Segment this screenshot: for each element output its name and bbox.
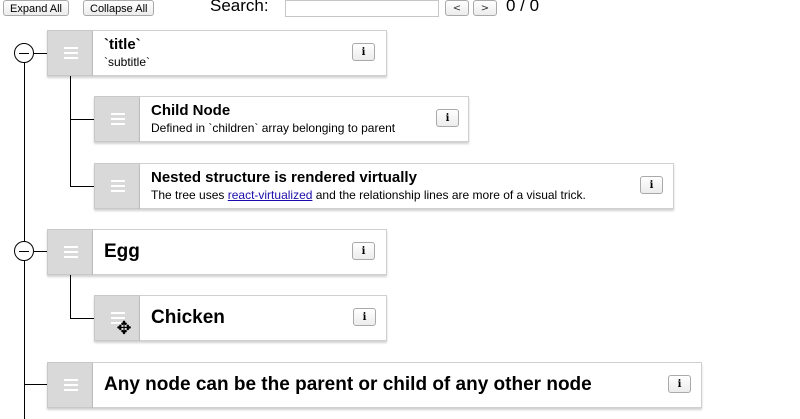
connector-line bbox=[24, 384, 47, 385]
subtitle-text: The tree uses bbox=[151, 188, 228, 202]
info-button[interactable]: i bbox=[668, 375, 691, 393]
react-virtualized-link[interactable]: react-virtualized bbox=[228, 188, 313, 202]
info-button[interactable]: i bbox=[352, 43, 375, 61]
node-title: Any node can be the parent or child of a… bbox=[104, 374, 592, 395]
search-label: Search: bbox=[210, 0, 269, 15]
subtitle-text: and the relationship lines are more of a… bbox=[312, 188, 586, 202]
node-title: Chicken bbox=[151, 307, 225, 328]
collapse-node-button[interactable] bbox=[14, 241, 34, 261]
node-content: Nested structure is rendered virtually T… bbox=[140, 163, 674, 209]
node-subtitle: `subtitle` bbox=[104, 55, 151, 69]
hamburger-icon bbox=[64, 379, 78, 391]
hamburger-icon bbox=[64, 246, 78, 258]
node-title: Nested structure is rendered virtually bbox=[151, 169, 417, 186]
node-title: `title` bbox=[104, 36, 141, 53]
search-input[interactable] bbox=[285, 0, 439, 17]
child-vertical-line bbox=[70, 274, 71, 319]
node-content: Any node can be the parent or child of a… bbox=[93, 362, 702, 408]
expand-all-button[interactable]: Expand All bbox=[3, 0, 69, 16]
info-button[interactable]: i bbox=[436, 109, 459, 127]
next-match-button[interactable]: > bbox=[473, 0, 497, 16]
connector-line bbox=[34, 53, 47, 54]
hamburger-icon bbox=[111, 113, 125, 125]
root-vertical-line bbox=[24, 45, 25, 419]
move-cursor-icon: ✥ bbox=[116, 318, 132, 339]
prev-match-button[interactable]: < bbox=[445, 0, 469, 16]
connector-line bbox=[70, 318, 94, 319]
drag-handle[interactable] bbox=[94, 96, 140, 142]
hamburger-icon bbox=[111, 180, 125, 192]
node-subtitle: Defined in `children` array belonging to… bbox=[151, 121, 396, 135]
hamburger-icon bbox=[64, 47, 78, 59]
child-vertical-line bbox=[70, 76, 71, 186]
drag-handle[interactable] bbox=[94, 163, 140, 209]
drag-handle[interactable] bbox=[47, 30, 93, 76]
connector-line bbox=[34, 251, 47, 252]
node-content: Egg i bbox=[93, 229, 387, 275]
collapse-all-button[interactable]: Collapse All bbox=[83, 0, 155, 16]
match-count: 0 / 0 bbox=[506, 0, 540, 15]
drag-handle[interactable] bbox=[47, 362, 93, 408]
connector-line bbox=[70, 186, 94, 187]
info-button[interactable]: i bbox=[353, 308, 376, 326]
node-content: Child Node Defined in `children` array b… bbox=[140, 96, 469, 142]
collapse-node-button[interactable] bbox=[14, 43, 34, 63]
connector-line bbox=[70, 119, 94, 120]
node-title: Egg bbox=[104, 241, 140, 262]
info-button[interactable]: i bbox=[352, 242, 375, 260]
node-title: Child Node bbox=[151, 102, 231, 119]
info-button[interactable]: i bbox=[640, 176, 663, 194]
node-content: `title` `subtitle` i bbox=[93, 30, 387, 76]
node-subtitle: The tree uses react-virtualized and the … bbox=[151, 188, 586, 202]
node-content: Chicken i bbox=[140, 295, 387, 341]
drag-handle[interactable] bbox=[47, 229, 93, 275]
